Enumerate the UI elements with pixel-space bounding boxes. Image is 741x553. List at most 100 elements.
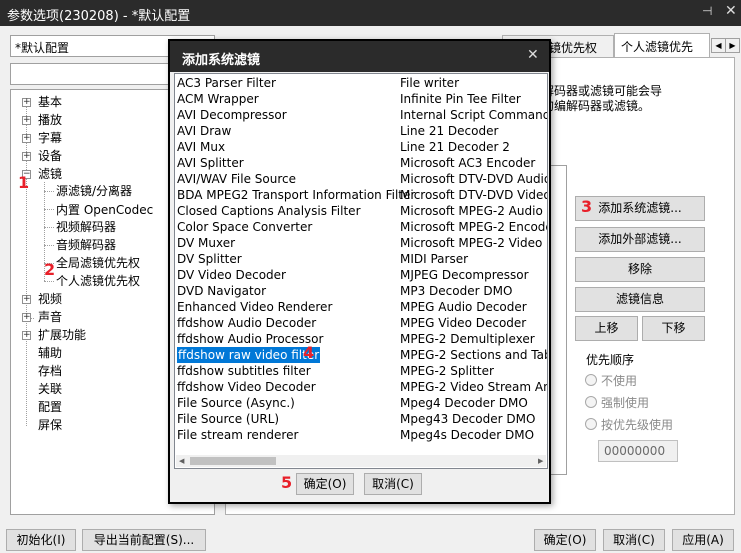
filter-list-item[interactable]: File stream renderer bbox=[177, 427, 298, 443]
filter-list-item[interactable]: Line 21 Decoder 2 bbox=[400, 139, 510, 155]
expand-icon[interactable]: + bbox=[22, 295, 31, 304]
close-icon[interactable]: ✕ bbox=[725, 3, 737, 19]
expand-icon[interactable]: + bbox=[22, 98, 31, 107]
expand-icon[interactable]: + bbox=[22, 116, 31, 125]
tab-scroll-right-icon[interactable]: ▶ bbox=[725, 38, 740, 53]
system-filter-list[interactable]: AC3 Parser Filter ACM Wrapper AVI Decompre… bbox=[174, 73, 548, 469]
scroll-left-icon[interactable]: ◀ bbox=[179, 455, 184, 467]
filter-list-item[interactable]: Mpeg4 Decoder DMO bbox=[400, 395, 528, 411]
tree-item-screensaver[interactable]: 屏保 bbox=[38, 417, 62, 433]
scrollbar-thumb[interactable] bbox=[190, 457, 276, 465]
tree-item-global-filter-priority[interactable]: 全局滤镜优先权 bbox=[56, 255, 140, 271]
tree-item-devices[interactable]: 设备 bbox=[38, 148, 62, 164]
filter-list-item[interactable]: ACM Wrapper bbox=[177, 91, 259, 107]
tree-item-audio[interactable]: 声音 bbox=[38, 309, 62, 325]
move-up-button[interactable]: 上移 bbox=[575, 316, 638, 341]
apply-button[interactable]: 应用(A) bbox=[672, 529, 734, 551]
tree-item-association[interactable]: 关联 bbox=[38, 381, 62, 397]
filter-list-item[interactable]: AVI/WAV File Source bbox=[177, 171, 296, 187]
add-external-filter-button[interactable]: 添加外部滤镜... bbox=[575, 227, 705, 252]
tree-item-extensions[interactable]: 扩展功能 bbox=[38, 327, 86, 343]
filter-list-item[interactable]: ffdshow raw video filter bbox=[177, 347, 321, 363]
expand-icon[interactable]: + bbox=[22, 313, 31, 322]
filter-list-item[interactable]: Internal Script Command Re bbox=[400, 107, 547, 123]
filter-list-item[interactable]: MIDI Parser bbox=[400, 251, 468, 267]
expand-icon[interactable]: + bbox=[22, 152, 31, 161]
filter-list-item[interactable]: Color Space Converter bbox=[177, 219, 312, 235]
remove-button[interactable]: 移除 bbox=[575, 257, 705, 282]
tree-item-playback[interactable]: 播放 bbox=[38, 112, 62, 128]
filter-list-item[interactable]: Line 21 Decoder bbox=[400, 123, 498, 139]
expand-icon[interactable]: + bbox=[22, 134, 31, 143]
dialog-cancel-button[interactable]: 取消(C) bbox=[364, 473, 422, 495]
dialog-ok-button[interactable]: 确定(O) bbox=[296, 473, 354, 495]
radio-by-priority[interactable] bbox=[585, 418, 597, 430]
filter-list-item[interactable]: ffdshow Audio Processor bbox=[177, 331, 323, 347]
filter-list-item[interactable]: MPEG-2 Sections and Tables bbox=[400, 347, 547, 363]
radio-force[interactable] bbox=[585, 396, 597, 408]
filter-list-item[interactable]: ffdshow Audio Decoder bbox=[177, 315, 316, 331]
tree-item-filters[interactable]: 滤镜 bbox=[38, 166, 62, 182]
filter-list-item[interactable]: ffdshow subtitles filter bbox=[177, 363, 311, 379]
tree-item-video[interactable]: 视频 bbox=[38, 291, 62, 307]
filter-list-item[interactable]: AVI Mux bbox=[177, 139, 225, 155]
filter-list-item[interactable]: AVI Decompressor bbox=[177, 107, 287, 123]
tree-item-builtin-opencodec[interactable]: 内置 OpenCodec bbox=[56, 202, 153, 218]
filter-list-item[interactable]: File Source (Async.) bbox=[177, 395, 295, 411]
tree-item-basic[interactable]: 基本 bbox=[38, 94, 62, 110]
filter-list-item[interactable]: Microsoft DTV-DVD Video D bbox=[400, 187, 547, 203]
expand-icon[interactable]: + bbox=[22, 331, 31, 340]
filter-list-item[interactable]: Mpeg4s Decoder DMO bbox=[400, 427, 534, 443]
tree-item-subtitles[interactable]: 字幕 bbox=[38, 130, 62, 146]
filter-list-item[interactable]: MPEG Audio Decoder bbox=[400, 299, 527, 315]
filter-list-item[interactable]: Closed Captions Analysis Filter bbox=[177, 203, 361, 219]
tree-item-video-decoders[interactable]: 视频解码器 bbox=[56, 219, 116, 235]
priority-value-input[interactable]: 00000000 bbox=[598, 440, 678, 462]
filter-list-item[interactable]: MPEG Video Decoder bbox=[400, 315, 526, 331]
radio-never[interactable] bbox=[585, 374, 597, 386]
ok-button[interactable]: 确定(O) bbox=[534, 529, 596, 551]
tree-item-personal-filter-priority[interactable]: 个人滤镜优先权 bbox=[56, 273, 140, 289]
move-down-button[interactable]: 下移 bbox=[642, 316, 705, 341]
filter-list-item[interactable]: DV Splitter bbox=[177, 251, 242, 267]
filter-list-item[interactable]: DVD Navigator bbox=[177, 283, 266, 299]
filter-list-item[interactable]: MPEG-2 Splitter bbox=[400, 363, 494, 379]
dialog-close-icon[interactable]: ✕ bbox=[527, 47, 539, 63]
filter-list-item[interactable]: Microsoft DTV-DVD Audio D bbox=[400, 171, 547, 187]
filter-list-item[interactable]: AC3 Parser Filter bbox=[177, 75, 276, 91]
tab-personal-filter-priority[interactable]: 个人滤镜优先 bbox=[614, 33, 710, 57]
tree-item-audio-decoders[interactable]: 音频解码器 bbox=[56, 237, 116, 253]
filter-list-item[interactable]: MP3 Decoder DMO bbox=[400, 283, 512, 299]
filter-list-item[interactable]: MPEG-2 Video Stream Analy bbox=[400, 379, 547, 395]
pin-icon[interactable]: ⊣ bbox=[702, 4, 712, 18]
filter-list-item[interactable]: Mpeg43 Decoder DMO bbox=[400, 411, 535, 427]
filter-list-item[interactable]: DV Muxer bbox=[177, 235, 235, 251]
filter-list-item[interactable]: Microsoft MPEG-2 Encoder bbox=[400, 219, 547, 235]
tree-item-archive[interactable]: 存档 bbox=[38, 363, 62, 379]
filter-list-item[interactable]: Microsoft AC3 Encoder bbox=[400, 155, 535, 171]
tree-item-config[interactable]: 配置 bbox=[38, 399, 62, 415]
filter-list-item[interactable]: MPEG-2 Demultiplexer bbox=[400, 331, 535, 347]
tree-item-assist[interactable]: 辅助 bbox=[38, 345, 62, 361]
tree-item-source-filters[interactable]: 源滤镜/分离器 bbox=[56, 183, 132, 199]
filter-list-item[interactable]: Microsoft MPEG-2 Video Enc bbox=[400, 235, 547, 251]
filter-list-item[interactable]: DV Video Decoder bbox=[177, 267, 286, 283]
export-config-button[interactable]: 导出当前配置(S)... bbox=[82, 529, 206, 551]
filter-list-item[interactable]: File Source (URL) bbox=[177, 411, 279, 427]
add-system-filter-button[interactable]: 添加系统滤镜... bbox=[575, 196, 705, 221]
filter-list-item[interactable]: BDA MPEG2 Transport Information Filter bbox=[177, 187, 415, 203]
initialize-button[interactable]: 初始化(I) bbox=[6, 529, 76, 551]
tab-scroll-left-icon[interactable]: ◀ bbox=[711, 38, 726, 53]
filter-list-item[interactable]: MJPEG Decompressor bbox=[400, 267, 529, 283]
cancel-button[interactable]: 取消(C) bbox=[603, 529, 665, 551]
filter-list-item[interactable]: AVI Splitter bbox=[177, 155, 244, 171]
filter-info-button[interactable]: 滤镜信息 bbox=[575, 287, 705, 312]
scroll-right-icon[interactable]: ▶ bbox=[538, 455, 543, 467]
filter-list-item[interactable]: ffdshow Video Decoder bbox=[177, 379, 316, 395]
filter-list-item[interactable]: AVI Draw bbox=[177, 123, 231, 139]
horizontal-scrollbar[interactable]: ◀ ▶ bbox=[176, 455, 546, 467]
filter-list-item[interactable]: Infinite Pin Tee Filter bbox=[400, 91, 521, 107]
filter-list-item[interactable]: File writer bbox=[400, 75, 459, 91]
filter-list-item[interactable]: Enhanced Video Renderer bbox=[177, 299, 332, 315]
filter-list-item[interactable]: Microsoft MPEG-2 Audio En bbox=[400, 203, 547, 219]
